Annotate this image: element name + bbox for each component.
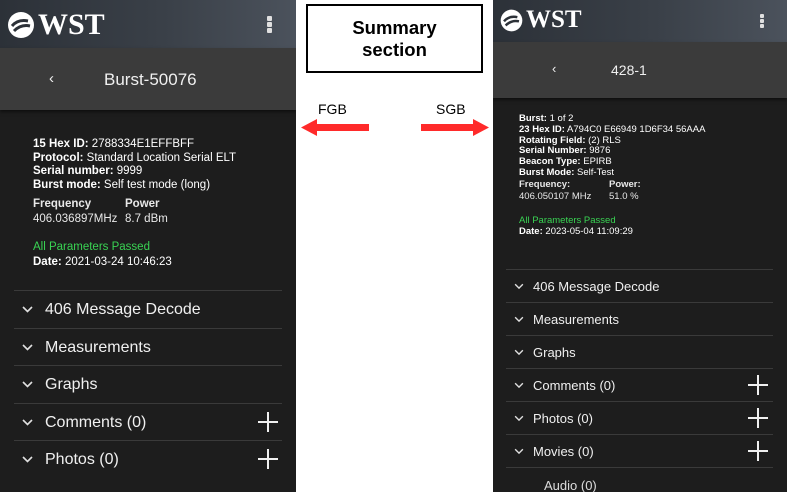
- section-movies[interactable]: Movies (0): [506, 434, 773, 467]
- chevron-down-icon: [22, 343, 33, 351]
- chevron-down-icon: [514, 283, 524, 290]
- section-label: Graphs: [45, 376, 98, 393]
- section-message-decode[interactable]: 406 Message Decode: [14, 290, 282, 328]
- add-comment-plus-icon[interactable]: [258, 411, 278, 432]
- section-label: 406 Message Decode: [533, 279, 660, 294]
- chevron-down-icon: [514, 349, 524, 356]
- wst-logo: WST: [6, 8, 105, 42]
- overflow-menu-icon[interactable]: [760, 14, 764, 28]
- status-passed: All Parameters Passed: [33, 241, 150, 253]
- add-movie-plus-icon[interactable]: [748, 441, 768, 461]
- chevron-down-icon: [22, 456, 33, 463]
- freq-power-values: 406.036897MHz 8.7 dBm: [33, 213, 168, 225]
- section-comments[interactable]: Comments (0): [506, 368, 773, 401]
- hex-id-row: 15 Hex ID: 2788334E1EFFBFF: [33, 138, 195, 150]
- app-header-banner: WST: [493, 0, 787, 42]
- fgb-label: FGB: [318, 101, 347, 117]
- expandable-sections: 406 Message Decode Measurements Graphs C…: [0, 290, 296, 478]
- summary-section: Burst: 1 of 2 23 Hex ID: A794C0 E66949 1…: [493, 113, 787, 238]
- section-measurements[interactable]: Measurements: [14, 327, 282, 366]
- page-title: Burst-50076: [104, 70, 197, 89]
- add-comment-plus-icon[interactable]: [748, 375, 768, 395]
- section-photos[interactable]: Photos (0): [14, 440, 282, 478]
- section-audio-partial[interactable]: Audio (0): [506, 467, 773, 492]
- chevron-down-icon: [514, 448, 524, 455]
- back-arrow-icon[interactable]: ‹: [552, 61, 556, 76]
- section-graphs[interactable]: Graphs: [14, 365, 282, 403]
- summary-section: 15 Hex ID: 2788334E1EFFBFF Protocol: Sta…: [0, 138, 296, 270]
- chevron-down-icon: [514, 382, 524, 389]
- burst-mode-row: Burst Mode: Self-Test: [519, 166, 615, 178]
- section-graphs[interactable]: Graphs: [506, 335, 773, 368]
- section-label: Graphs: [533, 345, 576, 360]
- protocol-row: Protocol: Standard Location Serial ELT: [33, 151, 237, 164]
- title-bar: ‹ Burst-50076: [0, 48, 296, 110]
- chevron-down-icon: [22, 418, 33, 426]
- callout-line-1: Summary: [352, 16, 437, 38]
- chevron-down-icon: [22, 306, 33, 313]
- page-title: 428-1: [611, 62, 647, 78]
- freq-power-header: Frequency Power: [33, 198, 160, 210]
- section-comments[interactable]: Comments (0): [14, 402, 282, 441]
- fgb-phone-screen: WST ‹ Burst-50076 15 Hex ID: 2788334E1EF…: [0, 0, 296, 492]
- chevron-down-icon: [514, 415, 524, 422]
- section-label: Photos (0): [533, 411, 593, 426]
- section-label: Measurements: [45, 338, 151, 356]
- chevron-down-icon: [514, 316, 524, 323]
- summary-section-callout: Summary section: [306, 4, 483, 73]
- add-photo-plus-icon[interactable]: [258, 449, 278, 469]
- brand-name: WST: [526, 6, 582, 33]
- section-label: Comments (0): [533, 378, 616, 393]
- section-label: Comments (0): [45, 413, 147, 431]
- sgb-phone-screen: WST ‹ 428-1 Burst: 1 of 2 23 Hex ID: A79…: [493, 0, 787, 492]
- overflow-menu-icon[interactable]: [267, 16, 272, 33]
- section-label: Measurements: [533, 312, 619, 327]
- freq-power-values: 406.050107 MHz 51.0 %: [519, 190, 639, 202]
- section-label: 406 Message Decode: [45, 301, 201, 318]
- brand-name: WST: [38, 8, 105, 41]
- burst-mode-row: Burst mode: Self test mode (long): [33, 178, 211, 191]
- wst-logo: WST: [499, 6, 582, 34]
- sgb-label: SGB: [436, 101, 466, 117]
- wst-logo-icon: [500, 9, 523, 31]
- freq-power-header: Frequency: Power:: [519, 178, 641, 190]
- date-row: Date: 2021-03-24 10:46:23: [33, 256, 172, 268]
- section-measurements[interactable]: Measurements: [506, 302, 773, 335]
- back-arrow-icon[interactable]: ‹: [49, 70, 54, 87]
- expandable-sections: 406 Message Decode Measurements Graphs C…: [493, 269, 787, 492]
- serial-row: Serial number: 9999: [33, 165, 143, 177]
- section-label: Photos (0): [45, 451, 119, 468]
- date-row: Date: 2023-05-04 11:09:29: [519, 225, 633, 237]
- app-header-banner: WST: [0, 0, 296, 48]
- section-message-decode[interactable]: 406 Message Decode: [506, 269, 773, 302]
- wst-logo-icon: [8, 12, 34, 38]
- arrow-left-icon: [301, 119, 369, 136]
- callout-line-2: section: [362, 38, 427, 60]
- title-bar: ‹ 428-1: [493, 42, 787, 98]
- section-label: Movies (0): [533, 444, 594, 459]
- chevron-down-icon: [22, 381, 33, 388]
- section-label: Audio (0): [544, 478, 597, 492]
- arrow-right-icon: [421, 119, 489, 136]
- add-photo-plus-icon[interactable]: [748, 408, 768, 428]
- section-photos[interactable]: Photos (0): [506, 401, 773, 434]
